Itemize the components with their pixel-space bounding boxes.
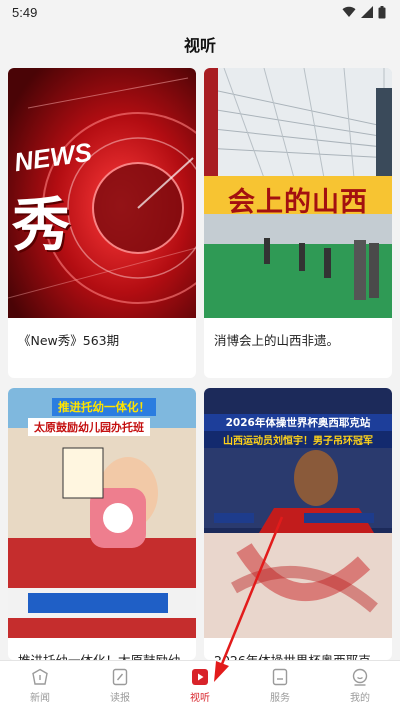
video-card[interactable]: NEWS 秀 《New秀》563期 — [8, 68, 196, 378]
profile-icon — [352, 668, 368, 686]
video-card[interactable]: 推进托幼一体化！ 太原鼓励幼儿园办托班 推进托幼一体化！太原鼓励幼 — [8, 388, 196, 660]
tab-profile[interactable]: 我的 — [320, 661, 400, 710]
video-thumbnail: 会上的山西 — [204, 68, 392, 318]
news-icon — [32, 668, 48, 685]
tab-label: 视听 — [190, 692, 210, 704]
bottom-tab-bar: 新闻 读报 视听 服务 我的 — [0, 660, 400, 710]
signal-icon — [361, 6, 373, 18]
video-card[interactable]: 2026年体操世界杯奥西耶克站 山西运动员刘恒宇！男子吊环冠军 2026年体操世… — [204, 388, 392, 660]
video-caption: 2026年体操世界杯奥西耶克 — [204, 638, 392, 660]
status-time: 5:49 — [12, 4, 38, 20]
tab-label: 我的 — [350, 692, 370, 704]
thumbnail-banner-sub: 太原鼓励幼儿园办托班 — [28, 418, 150, 436]
newspaper-icon — [112, 668, 128, 685]
tab-label: 新闻 — [30, 692, 50, 704]
thumbnail-banner-top: 推进托幼一体化！ — [52, 398, 156, 416]
battery-icon — [378, 5, 386, 18]
video-thumbnail: 推进托幼一体化！ 太原鼓励幼儿园办托班 — [8, 388, 196, 638]
tab-label: 服务 — [270, 692, 290, 704]
wifi-icon — [342, 6, 356, 18]
thumbnail-overlay-text: 会上的山西 — [228, 187, 368, 218]
thumbnail-overlay-cn: 秀 — [12, 191, 71, 259]
service-icon — [272, 668, 288, 685]
thumbnail-banner-sub: 山西运动员刘恒宇！男子吊环冠军 — [204, 431, 392, 448]
status-icons — [342, 5, 386, 19]
tab-news[interactable]: 新闻 — [0, 661, 80, 710]
status-bar: 5:49 — [0, 0, 400, 24]
tab-newspaper[interactable]: 读报 — [80, 661, 160, 710]
video-caption: 《New秀》563期 — [18, 333, 120, 348]
video-play-icon — [192, 668, 208, 685]
video-thumbnail: NEWS 秀 — [8, 68, 196, 318]
video-caption: 推进托幼一体化！太原鼓励幼 — [8, 638, 196, 660]
page-title: 视听 — [183, 36, 216, 55]
video-thumbnail: 2026年体操世界杯奥西耶克站 山西运动员刘恒宇！男子吊环冠军 — [204, 388, 392, 638]
video-caption: 消博会上的山西非遗。 — [214, 333, 340, 348]
tab-service[interactable]: 服务 — [240, 661, 320, 710]
tab-video[interactable]: 视听 — [160, 661, 240, 710]
video-card[interactable]: 会上的山西 消博会上的山西非遗。 — [204, 68, 392, 378]
page-header: 视听 — [0, 24, 400, 64]
thumbnail-banner-top: 2026年体操世界杯奥西耶克站 — [204, 414, 392, 431]
tab-label: 读报 — [110, 692, 130, 704]
